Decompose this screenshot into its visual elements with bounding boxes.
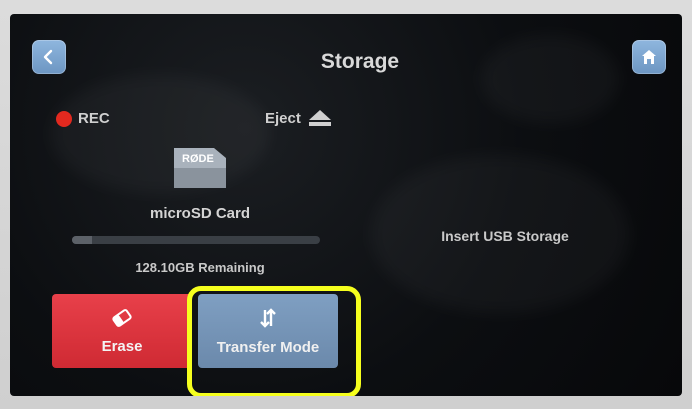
eject-icon [308,110,331,126]
transfer-arrows-icon [260,307,276,328]
erase-label: Erase [101,337,143,355]
usb-storage-status: Insert USB Storage [441,228,569,244]
chevron-left-icon [43,49,53,65]
transfer-mode-label: Transfer Mode [216,338,320,356]
card-name: microSD Card [149,205,251,222]
home-button[interactable] [632,40,666,74]
touch-screen: Storage REC Eject RØDE microSD Card 128.… [10,14,682,396]
home-icon [642,50,656,64]
storage-remaining: 128.10GB Remaining [135,260,265,275]
storage-usage-fill [72,236,92,244]
rec-indicator: REC [56,110,110,127]
rec-label: REC [78,110,110,127]
eject-button[interactable]: Eject [265,109,333,127]
screen-smudge [50,74,270,194]
eject-label: Eject [265,109,301,127]
microsd-card-icon: RØDE [174,148,226,188]
storage-usage-bar [72,236,320,244]
page-title: Storage [320,50,400,73]
erase-button[interactable]: Erase [52,294,192,368]
back-button[interactable] [32,40,66,74]
screen-smudge [480,34,620,124]
transfer-mode-button[interactable]: Transfer Mode [198,294,338,368]
card-brand: RØDE [182,153,214,165]
rec-dot-icon [56,110,72,127]
eraser-icon [112,308,132,327]
